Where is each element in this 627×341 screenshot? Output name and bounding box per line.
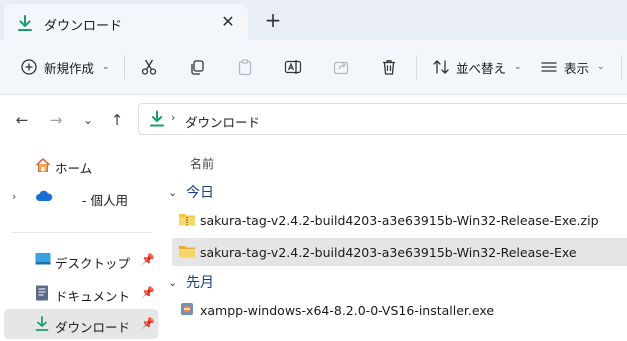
share-button[interactable] — [332, 50, 350, 84]
plus-circle-icon — [20, 58, 38, 76]
sidebar-item-label: - 個人用 — [82, 193, 128, 208]
chevron-down-icon: ⌄ — [514, 62, 522, 72]
paste-button[interactable] — [236, 50, 254, 84]
folder-icon — [178, 243, 196, 262]
file-list: 名前 ⌄ 今日 sakura-tag-v2.4.2-build4203-a3e6… — [160, 145, 627, 341]
navigation-pane: ホーム › - 個人用 デスクトップ 📌 ドキュメント 📌 ダウンロード 📌 — [0, 145, 160, 341]
cloud-icon — [35, 189, 53, 206]
trash-icon — [380, 58, 398, 76]
chevron-down-icon: ⌄ — [168, 185, 178, 199]
file-name: sakura-tag-v2.4.2-build4203-a3e63915b-Wi… — [200, 213, 599, 228]
up-button[interactable]: ↑ — [107, 110, 127, 130]
chevron-down-icon: ⌄ — [102, 62, 110, 72]
home-icon — [35, 157, 51, 176]
forward-button[interactable]: → — [46, 110, 66, 130]
view-button-label: 表示 — [564, 60, 590, 76]
sort-icon — [432, 58, 450, 76]
close-icon[interactable]: ✕ — [218, 12, 238, 32]
recent-locations-button[interactable]: ⌄ — [78, 110, 98, 130]
file-row[interactable]: xampp-windows-x64-8.2.0-0-VS16-installer… — [172, 296, 627, 324]
address-row: ← → ⌄ ↑ › ダウンロード — [0, 95, 627, 145]
divider — [621, 55, 622, 79]
pin-icon[interactable]: 📌 — [141, 317, 155, 330]
divider — [124, 55, 125, 79]
new-button[interactable]: 新規作成 ⌄ — [20, 50, 110, 84]
download-icon — [35, 316, 49, 335]
list-view-icon — [540, 58, 558, 76]
chevron-down-icon: ⌄ — [168, 275, 178, 289]
download-icon — [16, 14, 34, 32]
tab-strip: ダウンロード ✕ + — [0, 0, 627, 40]
chevron-down-icon: ⌄ — [597, 62, 605, 72]
column-header-name[interactable]: 名前 — [190, 155, 214, 172]
desktop-icon — [35, 252, 51, 269]
chevron-right-icon[interactable]: › — [12, 190, 16, 203]
sidebar-item-desktop[interactable]: デスクトップ 📌 — [0, 245, 160, 275]
rename-icon — [284, 58, 302, 76]
sidebar-divider — [12, 232, 152, 233]
address-bar[interactable]: › ダウンロード — [138, 103, 627, 135]
file-row[interactable]: sakura-tag-v2.4.2-build4203-a3e63915b-Wi… — [172, 206, 627, 234]
download-icon — [149, 110, 165, 131]
group-label: 先月 — [186, 275, 214, 291]
rename-button[interactable] — [284, 50, 302, 84]
sidebar-item-label: ダウンロード — [55, 320, 131, 335]
divider — [416, 55, 417, 79]
sidebar-item-label: ホーム — [55, 161, 93, 176]
tab-title: ダウンロード — [44, 19, 123, 34]
sort-button[interactable]: 並べ替え ⌄ — [432, 50, 522, 84]
sort-button-label: 並べ替え — [456, 60, 507, 76]
installer-icon — [178, 301, 196, 320]
sidebar-item-label: ドキュメント — [55, 289, 131, 304]
tab-downloads[interactable]: ダウンロード ✕ — [4, 4, 248, 40]
document-icon — [35, 285, 49, 304]
share-icon — [332, 58, 350, 76]
new-tab-button[interactable]: + — [262, 10, 284, 32]
group-label: 今日 — [186, 185, 214, 201]
group-header-last-month[interactable]: ⌄ 先月 — [168, 271, 214, 293]
new-button-label: 新規作成 — [44, 60, 95, 76]
breadcrumb-downloads[interactable]: ダウンロード — [185, 112, 260, 131]
copy-button[interactable] — [188, 50, 206, 84]
sidebar-item-onedrive[interactable]: › - 個人用 — [0, 182, 160, 212]
clipboard-icon — [236, 58, 254, 76]
file-row-selected[interactable]: sakura-tag-v2.4.2-build4203-a3e63915b-Wi… — [172, 238, 627, 266]
pin-icon[interactable]: 📌 — [141, 253, 155, 266]
zip-folder-icon — [178, 211, 196, 230]
group-header-today[interactable]: ⌄ 今日 — [168, 181, 214, 203]
sidebar-item-documents[interactable]: ドキュメント 📌 — [0, 278, 160, 308]
sidebar-item-label: デスクトップ — [55, 256, 131, 271]
delete-button[interactable] — [380, 50, 398, 84]
scissors-icon — [140, 58, 158, 76]
breadcrumb-separator: › — [171, 111, 176, 124]
sidebar-item-downloads[interactable]: ダウンロード 📌 — [4, 309, 158, 339]
file-name: sakura-tag-v2.4.2-build4203-a3e63915b-Wi… — [200, 245, 577, 260]
sidebar-item-home[interactable]: ホーム — [0, 150, 160, 180]
file-name: xampp-windows-x64-8.2.0-0-VS16-installer… — [200, 303, 495, 318]
command-bar: 新規作成 ⌄ 並べ替え ⌄ 表示 ⌄ — [0, 40, 627, 95]
copy-icon — [188, 58, 206, 76]
cut-button[interactable] — [140, 50, 158, 84]
back-button[interactable]: ← — [12, 110, 32, 130]
view-button[interactable]: 表示 ⌄ — [540, 50, 605, 84]
pin-icon[interactable]: 📌 — [141, 286, 155, 299]
